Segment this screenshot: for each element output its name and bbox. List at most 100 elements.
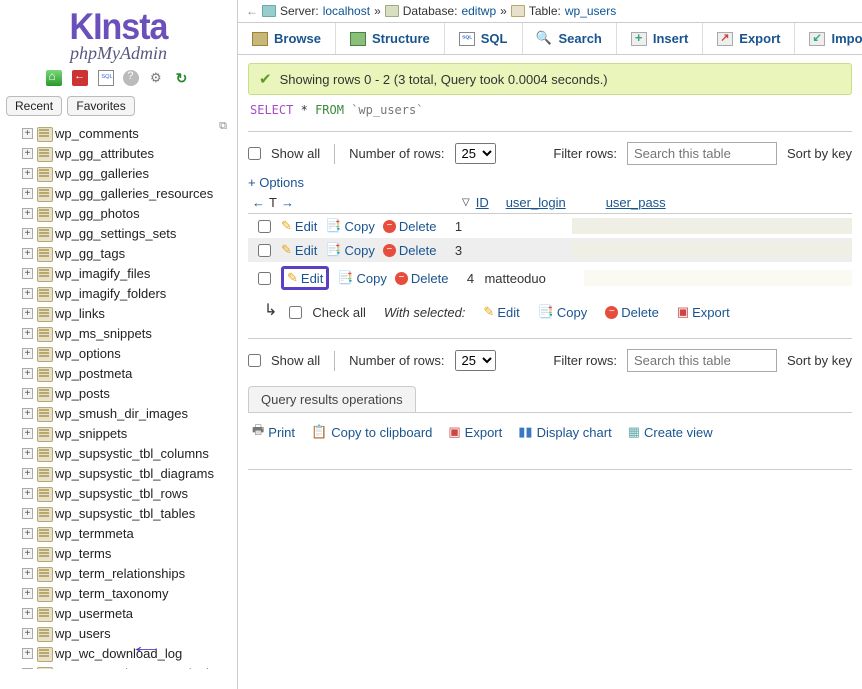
row-copy[interactable]: 📑Copy — [337, 270, 387, 286]
table-link[interactable]: wp_supsystic_tbl_diagrams — [55, 466, 214, 481]
qro-copy[interactable]: 📋Copy to clipboard — [311, 421, 432, 443]
tree-table-wp_gg_tags[interactable]: + wp_gg_tags — [22, 243, 237, 263]
tab-import[interactable]: Import — [795, 23, 862, 54]
expand-icon[interactable]: + — [22, 128, 33, 139]
row-delete[interactable]: −Delete — [395, 271, 449, 286]
row-edit[interactable]: ✎Edit — [281, 266, 329, 290]
tab-browse[interactable]: Browse — [238, 23, 336, 54]
tab-structure[interactable]: Structure — [336, 23, 445, 54]
row-delete[interactable]: −Delete — [383, 243, 437, 258]
table-link[interactable]: wp_links — [55, 306, 105, 321]
qro-print[interactable]: 🖶Print — [252, 421, 295, 443]
bc-server-link[interactable]: localhost — [323, 4, 370, 18]
row-copy[interactable]: 📑Copy — [325, 242, 375, 258]
link-icon[interactable]: ⧉ — [219, 120, 227, 133]
expand-icon[interactable]: + — [22, 548, 33, 559]
table-link[interactable]: wp_posts — [55, 386, 110, 401]
col-right-icon[interactable]: → — [281, 195, 294, 210]
tree-table-wp_imagify_files[interactable]: +wp_imagify_files — [22, 263, 237, 283]
expand-icon[interactable]: + — [22, 508, 33, 519]
home-icon[interactable] — [46, 70, 62, 86]
table-link[interactable]: wp_supsystic_tbl_rows — [55, 486, 188, 501]
table-link[interactable]: wp_imagify_folders — [55, 286, 166, 301]
table-link[interactable]: wp_comments — [55, 126, 139, 141]
table-link[interactable]: wp_gg_tags — [55, 246, 125, 261]
expand-icon[interactable]: + — [22, 468, 33, 479]
table-link[interactable]: wp_postmeta — [55, 366, 132, 381]
col-id[interactable]: ID — [476, 195, 506, 210]
expand-icon[interactable]: + — [22, 348, 33, 359]
table-link[interactable]: wp_usermeta — [55, 606, 133, 621]
expand-icon[interactable]: + — [22, 628, 33, 639]
qro-view[interactable]: ▦Create view — [628, 421, 713, 443]
expand-icon[interactable]: + — [22, 528, 33, 539]
table-link[interactable]: wp_wc_product_meta_lookup — [55, 666, 227, 670]
checkall-checkbox[interactable] — [289, 306, 302, 319]
tab-search[interactable]: Search — [523, 23, 617, 54]
numrows-select-bottom[interactable]: 25 — [455, 350, 496, 371]
bulk-delete[interactable]: −Delete — [605, 305, 659, 320]
expand-icon[interactable]: + — [22, 268, 33, 279]
numrows-select-top[interactable]: 25 — [455, 143, 496, 164]
row-checkbox[interactable] — [258, 244, 271, 257]
expand-icon[interactable]: + — [22, 668, 33, 670]
tree-table-wp_term_taxonomy[interactable]: +wp_term_taxonomy — [22, 583, 237, 603]
tree-table-wp_usermeta[interactable]: + wp_usermeta — [22, 603, 237, 623]
tree-table-wp_smush_dir_images[interactable]: +wp_smush_dir_images — [22, 403, 237, 423]
tree-table-wp_options[interactable]: +wp_options — [22, 343, 237, 363]
table-link[interactable]: wp_term_relationships — [55, 566, 185, 581]
table-link[interactable]: wp_supsystic_tbl_columns — [55, 446, 209, 461]
showall-checkbox-bottom[interactable] — [248, 354, 261, 367]
tab-export[interactable]: Export — [703, 23, 795, 54]
tree-table-wp_gg_galleries[interactable]: +wp_gg_galleries — [22, 163, 237, 183]
filter-input-top[interactable] — [627, 142, 777, 165]
tab-favorites[interactable]: Favorites — [67, 96, 134, 116]
tree-table-wp_supsystic_tbl_diagrams[interactable]: + wp_supsystic_tbl_diagrams — [22, 463, 237, 483]
table-link[interactable]: wp_termmeta — [55, 526, 134, 541]
row-copy[interactable]: 📑Copy — [325, 218, 375, 234]
expand-icon[interactable]: + — [22, 208, 33, 219]
row-checkbox[interactable] — [258, 220, 271, 233]
filter-input-bottom[interactable] — [627, 349, 777, 372]
col-left-icon[interactable]: ← — [252, 195, 265, 210]
expand-icon[interactable]: + — [22, 168, 33, 179]
expand-icon[interactable]: + — [22, 248, 33, 259]
bulk-export[interactable]: ▣Export — [677, 304, 730, 320]
table-link[interactable]: wp_gg_photos — [55, 206, 140, 221]
reload-icon[interactable] — [175, 70, 191, 86]
qro-export[interactable]: ▣Export — [448, 421, 502, 443]
expand-icon[interactable]: + — [22, 448, 33, 459]
logout-icon[interactable] — [72, 70, 88, 86]
expand-icon[interactable]: + — [22, 488, 33, 499]
expand-icon[interactable]: + — [22, 228, 33, 239]
tree-table-wp_links[interactable]: +wp_links — [22, 303, 237, 323]
expand-icon[interactable]: + — [22, 288, 33, 299]
expand-icon[interactable]: + — [22, 608, 33, 619]
tab-sql[interactable]: SQL — [445, 23, 523, 54]
tree-table-wp_posts[interactable]: + wp_posts — [22, 383, 237, 403]
checkall-label[interactable]: Check all — [312, 305, 365, 320]
row-edit[interactable]: ✎Edit — [281, 242, 317, 258]
tree-table-wp_snippets[interactable]: +wp_snippets — [22, 423, 237, 443]
tree-table-wp_postmeta[interactable]: +wp_postmeta — [22, 363, 237, 383]
table-link[interactable]: wp_supsystic_tbl_tables — [55, 506, 195, 521]
tab-insert[interactable]: Insert — [617, 23, 703, 54]
table-link[interactable]: wp_terms — [55, 546, 111, 561]
table-link[interactable]: wp_ms_snippets — [55, 326, 152, 341]
tree-table-wp_ms_snippets[interactable]: + wp_ms_snippets — [22, 323, 237, 343]
tree-table-wp_gg_galleries_resources[interactable]: +wp_gg_galleries_resources — [22, 183, 237, 203]
options-toggle[interactable]: + Options — [248, 175, 852, 190]
col-pass[interactable]: user_pass — [606, 195, 852, 210]
tree-table-wp_imagify_folders[interactable]: + wp_imagify_folders — [22, 283, 237, 303]
expand-icon[interactable]: + — [22, 388, 33, 399]
table-link[interactable]: wp_smush_dir_images — [55, 406, 188, 421]
tree-table-wp_supsystic_tbl_tables[interactable]: + wp_supsystic_tbl_tables — [22, 503, 237, 523]
tree-table-wp_termmeta[interactable]: + wp_termmeta — [22, 523, 237, 543]
expand-icon[interactable]: + — [22, 428, 33, 439]
table-link[interactable]: wp_term_taxonomy — [55, 586, 168, 601]
qro-chart[interactable]: ▮▮Display chart — [518, 421, 611, 443]
row-edit[interactable]: ✎Edit — [281, 218, 317, 234]
bc-table-link[interactable]: wp_users — [565, 4, 616, 18]
table-link[interactable]: wp_gg_attributes — [55, 146, 154, 161]
expand-icon[interactable]: + — [22, 328, 33, 339]
